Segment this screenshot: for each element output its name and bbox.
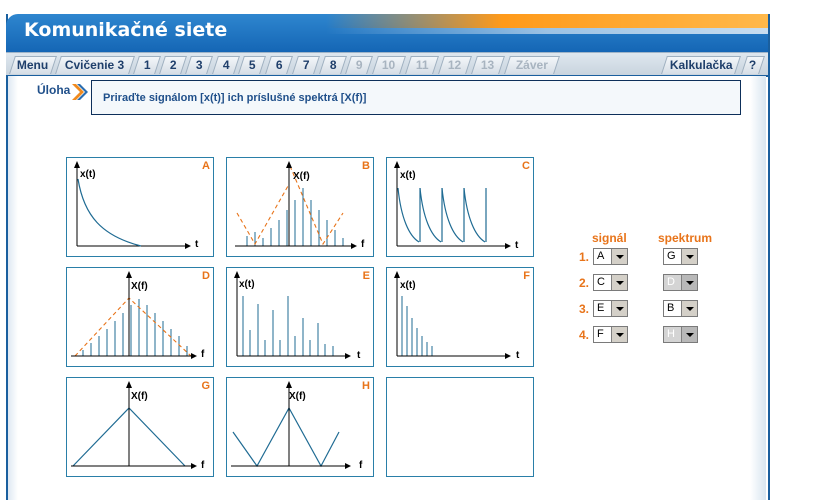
tab-kalkulacka[interactable]: Kalkulačka: [661, 56, 741, 74]
chevron-down-icon[interactable]: [681, 301, 697, 316]
row-3-number: 3.: [579, 302, 590, 316]
signal-select-2[interactable]: C: [593, 274, 628, 291]
panel-b-x-label: f: [361, 239, 365, 250]
signal-select-1-value: A: [597, 250, 605, 262]
row-2-number: 2.: [579, 276, 590, 290]
app-window: Komunikačné siete Menu Cvičenie 3 1 2 3 …: [0, 0, 837, 500]
panel-b[interactable]: X(f) f B: [226, 157, 374, 257]
panel-empty[interactable]: [386, 377, 534, 477]
panel-h-x-label: f: [359, 460, 363, 471]
tab-10[interactable]: 10: [372, 56, 406, 74]
chevron-right-icon: [72, 84, 88, 100]
panel-c-letter: C: [522, 160, 530, 172]
spectrum-select-2-value: D: [667, 276, 675, 288]
signal-select-2-value: C: [597, 276, 605, 288]
panel-f-y-label: x(t): [400, 280, 416, 291]
panel-g-y-label: X(f): [131, 391, 148, 402]
chevron-down-icon[interactable]: [681, 275, 697, 290]
panel-d[interactable]: X(f) f D: [66, 267, 214, 367]
tab-3[interactable]: 3: [185, 56, 213, 74]
panel-h-y-label: X(f): [289, 391, 306, 402]
panel-c-y-label: x(t): [400, 170, 416, 181]
tab-zaver[interactable]: Záver: [504, 56, 560, 74]
app-title: Komunikačné siete: [24, 19, 228, 41]
signal-select-4[interactable]: F: [593, 326, 628, 343]
tab-2[interactable]: 2: [159, 56, 187, 74]
panel-e-y-label: x(t): [239, 279, 255, 290]
spectrum-select-1-value: G: [667, 250, 676, 262]
tab-1[interactable]: 1: [133, 56, 161, 74]
chevron-down-icon[interactable]: [681, 327, 697, 342]
tab-7[interactable]: 7: [292, 56, 320, 74]
signal-column-header: signál: [592, 231, 627, 245]
panel-c-x-label: t: [515, 240, 519, 251]
spectrum-select-1[interactable]: G: [663, 248, 698, 265]
panel-a-letter: A: [202, 160, 210, 172]
panel-e-x-label: t: [357, 350, 361, 361]
signal-select-3[interactable]: E: [593, 300, 628, 317]
panel-a[interactable]: x(t) t A: [66, 157, 214, 257]
row-4-number: 4.: [579, 328, 590, 342]
panel-d-letter: D: [202, 270, 210, 282]
panel-b-letter: B: [362, 160, 370, 172]
content-right-shade: [750, 76, 766, 500]
tab-4[interactable]: 4: [212, 56, 240, 74]
spectrum-select-3[interactable]: B: [663, 300, 698, 317]
tab-11[interactable]: 11: [405, 56, 439, 74]
content-left-shade: [8, 76, 18, 500]
panel-a-x-label: t: [195, 239, 199, 250]
panel-a-y-label: x(t): [80, 169, 96, 180]
spectrum-select-2[interactable]: D: [663, 274, 698, 291]
chevron-down-icon[interactable]: [611, 301, 627, 316]
task-instruction: Priraďte signálom [x(t)] ich príslušné s…: [103, 92, 367, 104]
tab-6[interactable]: 6: [265, 56, 293, 74]
panel-g-letter: G: [201, 380, 210, 392]
tab-12[interactable]: 12: [438, 56, 472, 74]
task-box: Priraďte signálom [x(t)] ich príslušné s…: [91, 80, 741, 115]
signal-select-4-value: F: [597, 328, 604, 340]
header-highlight: [326, 28, 768, 34]
panel-f[interactable]: x(t) t F: [386, 267, 534, 367]
chevron-down-icon[interactable]: [611, 249, 627, 264]
panel-d-y-label: X(f): [131, 281, 148, 292]
panel-f-x-label: t: [516, 350, 520, 361]
chevron-down-icon[interactable]: [611, 327, 627, 342]
panel-h-letter: H: [362, 380, 370, 392]
tab-9[interactable]: 9: [345, 56, 373, 74]
panel-h[interactable]: X(f) f H: [226, 377, 374, 477]
panel-e[interactable]: x(t) t E: [226, 267, 374, 367]
spectrum-select-4[interactable]: H: [663, 326, 698, 343]
panel-f-letter: F: [523, 270, 530, 282]
spectrum-column-header: spektrum: [658, 231, 713, 245]
panel-c[interactable]: x(t) t C: [386, 157, 534, 257]
tab-menu[interactable]: Menu: [9, 56, 57, 74]
nav-bar: Menu Cvičenie 3 1 2 3 4 5 6 7 8 9 10 11 …: [6, 52, 768, 77]
spectrum-select-4-value: H: [667, 328, 675, 340]
chevron-down-icon[interactable]: [611, 275, 627, 290]
tab-cvicenie-3[interactable]: Cvičenie 3: [55, 56, 135, 74]
panel-e-letter: E: [362, 270, 370, 282]
panel-d-x-label: f: [201, 349, 205, 360]
chevron-down-icon[interactable]: [681, 249, 697, 264]
tab-help[interactable]: ?: [741, 56, 765, 74]
signal-select-1[interactable]: A: [593, 248, 628, 265]
panel-b-y-label: X(f): [293, 171, 310, 182]
tab-13[interactable]: 13: [471, 56, 505, 74]
panel-g[interactable]: X(f) f G: [66, 377, 214, 477]
tab-8[interactable]: 8: [319, 56, 347, 74]
tab-5[interactable]: 5: [238, 56, 266, 74]
header-accent-stripe: [326, 14, 768, 28]
row-1-number: 1.: [579, 250, 590, 264]
panel-g-x-label: f: [201, 460, 205, 471]
app-header: Komunikačné siete: [6, 14, 768, 52]
signal-select-3-value: E: [597, 302, 605, 314]
spectrum-select-3-value: B: [667, 302, 675, 314]
task-label: Úloha: [37, 83, 71, 97]
